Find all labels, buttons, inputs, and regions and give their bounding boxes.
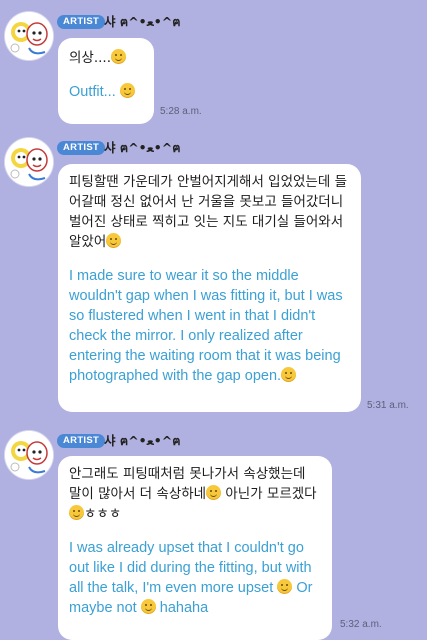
artist-avatar[interactable] (5, 12, 53, 60)
sender-name: 샤 ฅ^•ﻌ•^ฅ (104, 433, 181, 448)
message-text-korean: 피팅할땐 가운데가 안벌어지게해서 입었었는데 들어갈때 정신 없어서 난 거울… (69, 174, 348, 250)
smiling-face-emoji-icon (119, 83, 135, 98)
sender-name: 샤 ฅ^•ﻌ•^ฅ (104, 140, 181, 155)
artist-badge: ARTIST (57, 434, 106, 448)
sender-name: 샤 ฅ^•ﻌ•^ฅ (104, 14, 181, 29)
artist-avatar[interactable] (5, 138, 53, 186)
message-timestamp: 5:28 a.m. (160, 106, 202, 117)
smiling-face-emoji-icon (277, 579, 293, 594)
artist-badge: ARTIST (57, 141, 106, 155)
message-timestamp: 5:31 a.m. (367, 400, 409, 411)
message-text-korean: 의상.... (69, 48, 143, 68)
message-timestamp: 5:32 a.m. (340, 619, 382, 630)
smiling-face-emoji-icon (69, 505, 84, 520)
avatar-character-icon (5, 12, 53, 60)
message-bubble[interactable]: 안그래도 피팅때처럼 못나가서 속상했는데 말이 많아서 더 속상하네 아닌가 … (58, 456, 332, 640)
smiling-face-emoji-icon (106, 233, 122, 248)
avatar-character-icon (5, 138, 53, 186)
avatar-character-icon (5, 431, 53, 479)
smiling-face-emoji-icon (206, 485, 222, 500)
message-text-english: I made sure to wear it so the middle wou… (69, 268, 347, 384)
artist-badge: ARTIST (57, 15, 106, 29)
message-text-english: Outfit... (69, 82, 143, 102)
message-bubble[interactable]: 피팅할땐 가운데가 안벌어지게해서 입었었는데 들어갈때 정신 없어서 난 거울… (58, 164, 361, 412)
smiling-face-emoji-icon (281, 367, 297, 382)
artist-avatar[interactable] (5, 431, 53, 479)
message-text-korean: 안그래도 피팅때처럼 못나가서 속상했는데 말이 많아서 더 속상하네 아닌가 … (69, 466, 317, 522)
smiling-face-emoji-icon (111, 49, 127, 64)
smiling-face-emoji-icon (140, 599, 156, 614)
message-bubble[interactable]: 의상.... Outfit... (58, 38, 154, 124)
message-text-english: I was already upset that I couldn't go o… (69, 540, 317, 616)
